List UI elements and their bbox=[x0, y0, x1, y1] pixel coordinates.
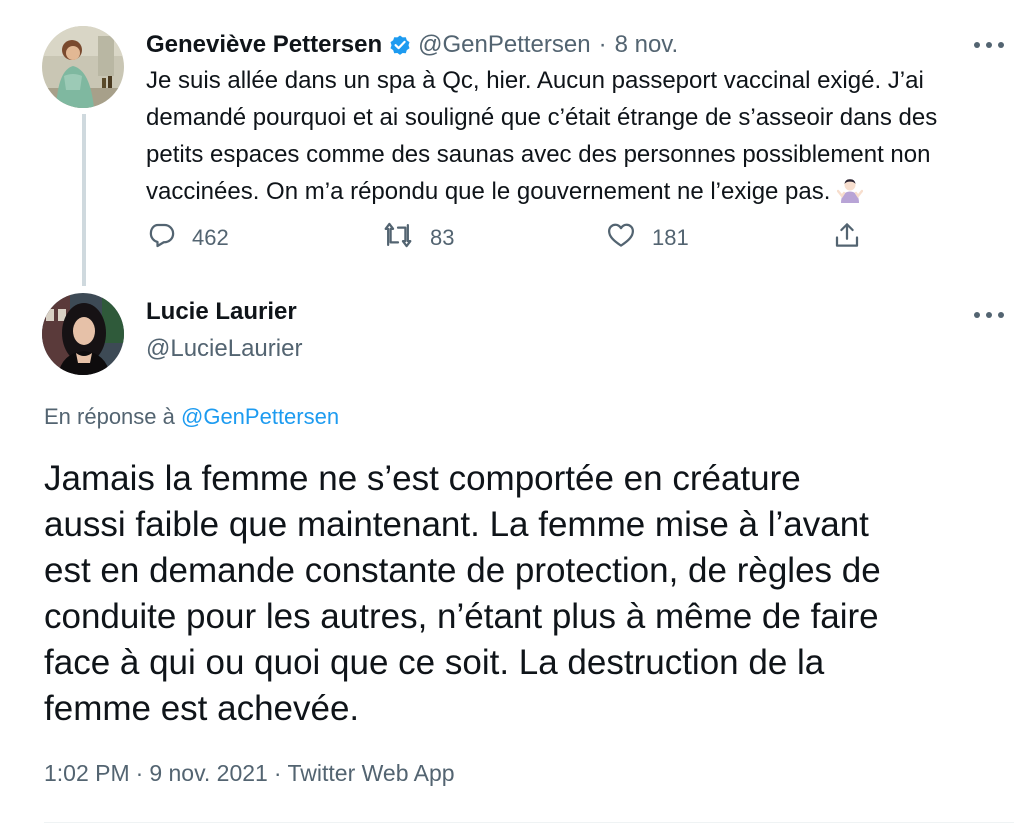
reply-prefix: En réponse à bbox=[44, 404, 175, 429]
tweet-body: Je suis allée dans un spa à Qc, hier. Au… bbox=[146, 67, 938, 205]
tweet-meta: 1:02 PM · 9 nov. 2021 · Twitter Web App bbox=[44, 760, 455, 787]
tweet-header: Geneviève Pettersen @GenPettersen · 8 no… bbox=[146, 28, 678, 62]
like-button[interactable]: 181 bbox=[606, 220, 689, 256]
tweet-full-date[interactable]: 9 nov. 2021 bbox=[149, 760, 268, 786]
tweet-date[interactable]: 8 nov. bbox=[615, 31, 679, 59]
author-name[interactable]: Geneviève Pettersen bbox=[146, 31, 382, 59]
separator-dot: · bbox=[598, 31, 607, 58]
share-icon bbox=[832, 220, 862, 256]
verified-badge-icon bbox=[388, 33, 412, 57]
tweet-text: Jamais la femme ne s’est comportée en cr… bbox=[44, 459, 881, 728]
avatar[interactable] bbox=[42, 26, 124, 108]
avatar[interactable] bbox=[42, 293, 124, 375]
person-shrugging-emoji bbox=[836, 177, 864, 203]
divider bbox=[44, 822, 1014, 823]
like-count: 181 bbox=[652, 225, 689, 250]
heart-icon bbox=[606, 220, 636, 256]
reply-context: En réponse à @GenPettersen bbox=[44, 404, 339, 430]
more-options-icon[interactable] bbox=[974, 310, 1004, 320]
reply-mention-link[interactable]: @GenPettersen bbox=[181, 404, 339, 429]
tweet-source[interactable]: Twitter Web App bbox=[288, 760, 455, 786]
retweet-button[interactable]: 83 bbox=[382, 220, 454, 256]
more-options-icon[interactable] bbox=[974, 40, 1004, 50]
reply-button[interactable]: 462 bbox=[146, 220, 229, 256]
reply-icon bbox=[146, 220, 176, 256]
separator-dot: · bbox=[135, 760, 144, 786]
reply-count: 462 bbox=[192, 225, 229, 250]
thread-connector-line bbox=[82, 114, 86, 286]
author-handle[interactable]: @LucieLaurier bbox=[146, 335, 302, 363]
share-button[interactable] bbox=[832, 220, 862, 256]
retweet-count: 83 bbox=[430, 225, 455, 250]
author-name[interactable]: Lucie Laurier bbox=[146, 298, 297, 326]
author-handle[interactable]: @GenPettersen bbox=[418, 31, 590, 59]
separator-dot: · bbox=[273, 760, 282, 786]
tweet-text: Je suis allée dans un spa à Qc, hier. Au… bbox=[146, 62, 1014, 210]
retweet-icon bbox=[382, 220, 414, 256]
tweet-time[interactable]: 1:02 PM bbox=[44, 760, 130, 786]
